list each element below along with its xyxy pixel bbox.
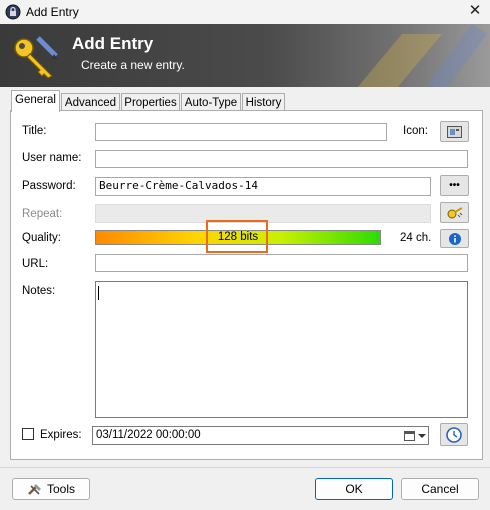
- clock-icon: [446, 426, 462, 443]
- tab-general[interactable]: General: [11, 90, 60, 112]
- repeat-label: Repeat:: [22, 208, 63, 220]
- tab-label: Auto-Type: [184, 97, 238, 109]
- password-value: Beurre-Crème-Calvados-14: [99, 179, 258, 192]
- title-field[interactable]: [95, 123, 387, 141]
- tab-label: History: [245, 97, 282, 109]
- expiry-date-picker[interactable]: 03/11/2022 00:00:00: [92, 426, 429, 445]
- ok-label: OK: [345, 482, 363, 496]
- expiry-presets-button[interactable]: [440, 423, 468, 446]
- banner-title: Add Entry: [72, 34, 154, 53]
- username-label: User name:: [22, 152, 82, 164]
- banner-subtitle: Create a new entry.: [81, 58, 185, 72]
- tools-icon: [28, 484, 41, 495]
- cancel-label: Cancel: [421, 482, 459, 496]
- quality-chars: 24 ch.: [400, 232, 432, 244]
- window-title-bar: Add Entry ✕: [0, 0, 490, 24]
- expires-label: Expires:: [40, 429, 82, 441]
- password-field[interactable]: Beurre-Crème-Calvados-14: [95, 177, 431, 196]
- close-icon: ✕: [468, 2, 482, 19]
- close-button[interactable]: ✕: [466, 2, 484, 20]
- calendar-dropdown-icon[interactable]: [404, 430, 426, 442]
- header-banner: Add Entry Create a new entry.: [0, 24, 490, 87]
- entry-icon: [447, 125, 462, 138]
- dots-icon: •••: [449, 180, 460, 191]
- title-label: Title:: [22, 125, 47, 137]
- expires-checkbox[interactable]: [22, 428, 34, 440]
- key-generator-icon: [447, 206, 462, 218]
- ok-button[interactable]: OK: [315, 478, 393, 500]
- url-label: URL:: [22, 258, 49, 270]
- url-field[interactable]: [95, 254, 468, 272]
- icon-label: Icon:: [403, 125, 428, 137]
- lock-icon: [5, 4, 21, 20]
- icon-picker-button[interactable]: [440, 121, 469, 142]
- keys-icon: [14, 36, 58, 79]
- expiry-date-value: 03/11/2022 00:00:00: [96, 429, 201, 441]
- tools-button[interactable]: Tools: [12, 478, 90, 500]
- tab-label: Properties: [124, 97, 177, 109]
- username-field[interactable]: [95, 150, 468, 168]
- quality-highlight-box: [206, 220, 268, 253]
- quality-label: Quality:: [22, 232, 61, 244]
- info-icon: [448, 232, 461, 245]
- quality-info-button[interactable]: [440, 229, 469, 248]
- text-caret: [98, 286, 99, 300]
- password-label: Password:: [22, 180, 76, 192]
- tab-label: Advanced: [64, 97, 117, 109]
- notes-textarea[interactable]: [95, 281, 468, 418]
- banner-decoration: [357, 24, 487, 87]
- footer-divider: [0, 467, 490, 468]
- notes-label: Notes:: [22, 285, 56, 297]
- generate-password-button[interactable]: [440, 202, 469, 223]
- show-password-button[interactable]: •••: [440, 175, 469, 196]
- tab-label: General: [15, 94, 56, 106]
- tools-label: Tools: [46, 482, 75, 496]
- cancel-button[interactable]: Cancel: [401, 478, 479, 500]
- window-title: Add Entry: [26, 5, 79, 19]
